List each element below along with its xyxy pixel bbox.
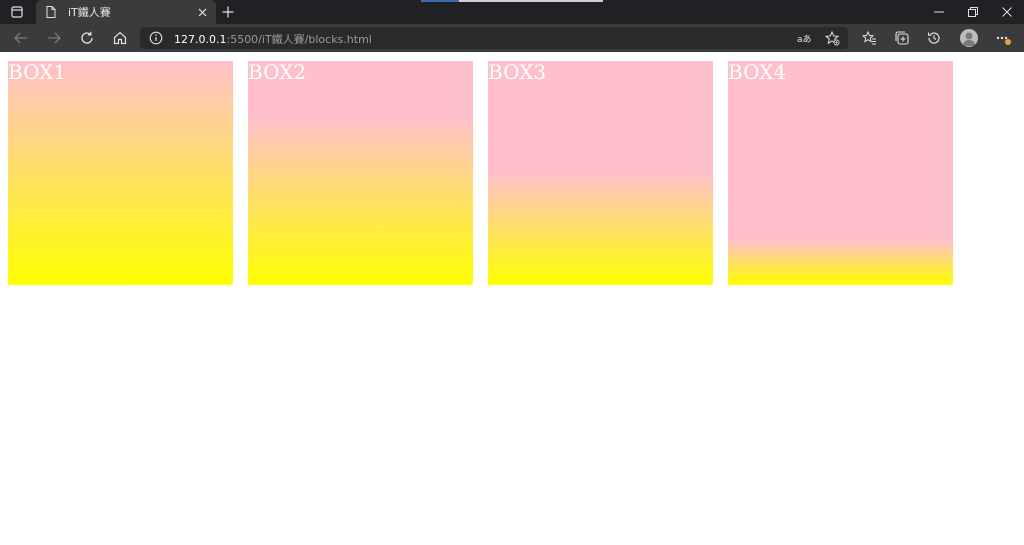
tab-title: iT鐵人賽 bbox=[68, 6, 111, 19]
minimize-button[interactable] bbox=[922, 0, 956, 24]
browser-toolbar: 127.0.0.1:5500/iT鐵人賽/blocks.html aあ bbox=[0, 24, 1024, 52]
forward-button[interactable] bbox=[45, 29, 63, 47]
page-icon bbox=[44, 5, 58, 19]
box-1: BOX1 bbox=[8, 61, 233, 285]
back-icon bbox=[14, 32, 27, 44]
close-icon[interactable] bbox=[194, 4, 210, 20]
url-path: :5500/iT鐵人賽/blocks.html bbox=[226, 33, 372, 46]
profile-avatar[interactable] bbox=[960, 29, 978, 47]
url-host: 127.0.0.1 bbox=[174, 33, 227, 46]
page-content: BOX1 BOX2 BOX3 BOX4 bbox=[0, 52, 1024, 545]
box-label: BOX3 bbox=[488, 60, 547, 84]
home-icon bbox=[113, 31, 127, 45]
read-aloud-icon[interactable]: aあ bbox=[797, 30, 813, 46]
box-label: BOX2 bbox=[248, 60, 307, 84]
box-2: BOX2 bbox=[248, 61, 473, 285]
back-button[interactable] bbox=[12, 29, 30, 47]
collections-button[interactable] bbox=[893, 29, 911, 47]
restore-icon bbox=[968, 7, 978, 17]
box-label: BOX4 bbox=[728, 60, 787, 84]
tab-bar: iT鐵人賽 bbox=[0, 0, 1024, 24]
more-icon bbox=[996, 36, 1011, 45]
reload-icon bbox=[81, 31, 93, 44]
tab-active[interactable]: iT鐵人賽 bbox=[36, 0, 216, 24]
collections-icon bbox=[895, 31, 909, 45]
minimize-icon bbox=[934, 11, 944, 13]
add-favorite-icon[interactable] bbox=[824, 30, 840, 46]
plus-icon bbox=[222, 6, 234, 18]
window-controls bbox=[922, 0, 1024, 24]
new-tab-button[interactable] bbox=[219, 3, 237, 21]
loading-indicator bbox=[421, 0, 603, 2]
info-icon[interactable] bbox=[149, 31, 163, 45]
url-text: 127.0.0.1:5500/iT鐵人賽/blocks.html bbox=[174, 31, 372, 47]
history-button[interactable] bbox=[925, 29, 943, 47]
history-icon bbox=[927, 32, 940, 44]
close-window-button[interactable] bbox=[990, 0, 1024, 24]
address-bar[interactable]: 127.0.0.1:5500/iT鐵人賽/blocks.html aあ bbox=[140, 27, 848, 49]
reload-button[interactable] bbox=[78, 29, 96, 47]
window-menu-icon bbox=[11, 6, 23, 18]
box-3: BOX3 bbox=[488, 61, 713, 285]
favorites-button[interactable] bbox=[860, 29, 878, 47]
more-button[interactable] bbox=[995, 29, 1013, 47]
svg-text:aあ: aあ bbox=[797, 34, 812, 44]
forward-icon bbox=[48, 32, 61, 44]
restore-button[interactable] bbox=[956, 0, 990, 24]
favorites-icon bbox=[861, 31, 876, 45]
home-button[interactable] bbox=[111, 29, 129, 47]
tab-actions-button[interactable] bbox=[6, 3, 28, 21]
box-4: BOX4 bbox=[728, 61, 953, 285]
close-window-icon bbox=[1002, 7, 1012, 17]
box-label: BOX1 bbox=[8, 60, 67, 84]
